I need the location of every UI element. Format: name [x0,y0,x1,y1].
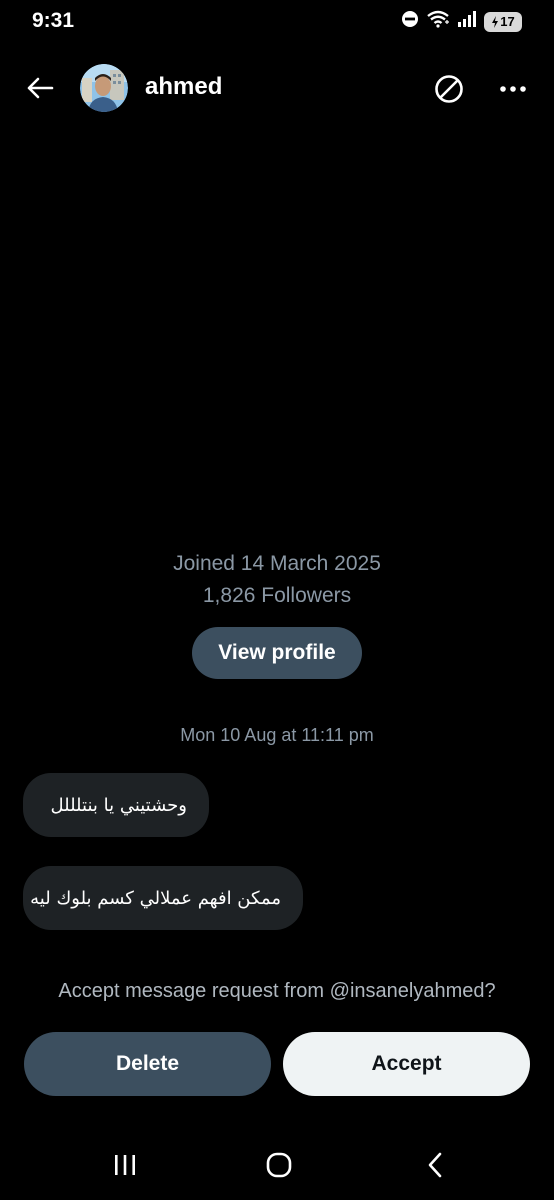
nav-back-button[interactable] [418,1148,452,1182]
nav-home-button[interactable] [262,1148,296,1182]
message-bubble[interactable]: ممكن افهم عملالي كسم بلوك ليه [23,866,303,930]
more-icon [500,86,526,92]
status-icons: 17 [401,10,522,33]
signal-icon [457,10,477,33]
message-request-prompt: Accept message request from @insanelyahm… [58,980,496,1002]
back-arrow-icon [27,77,54,99]
battery-icon: 17 [484,11,522,32]
delete-button[interactable]: Delete [24,1032,271,1096]
nav-recents-button[interactable] [108,1148,142,1182]
wifi-icon [426,10,450,33]
status-bar: 9:31 17 [0,0,554,44]
joined-date: Joined 14 March 2025 [173,552,381,575]
battery-level: 17 [500,14,515,29]
back-icon [428,1152,442,1178]
back-button[interactable] [24,72,56,104]
followers-count: 1,826 Followers [202,584,352,607]
recents-icon [115,1155,135,1175]
do-not-disturb-icon [401,10,419,33]
message-timestamp: Mon 10 Aug at 11:11 pm [180,725,374,745]
more-options-button[interactable] [496,72,530,106]
conversation-name[interactable]: ahmed [145,73,222,101]
message-bubble[interactable]: وحشتيني يا بنتلللل [23,773,209,837]
accept-button[interactable]: Accept [283,1032,530,1096]
home-icon [266,1152,292,1178]
status-time: 9:31 [32,9,75,32]
avatar[interactable] [80,64,128,112]
conversation-header: ahmed [0,60,554,116]
view-profile-button[interactable]: View profile [192,627,362,679]
block-icon [435,75,463,103]
block-button[interactable] [432,72,466,106]
